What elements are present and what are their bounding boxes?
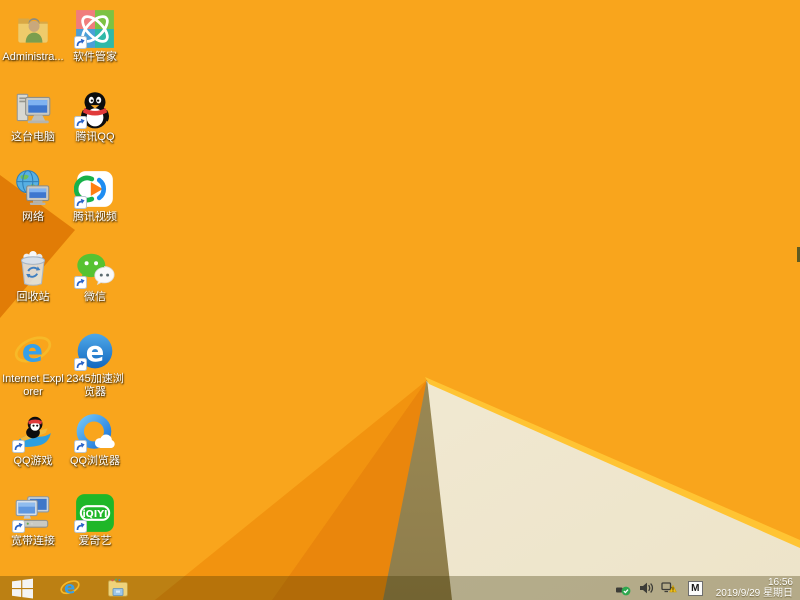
network-globe-icon	[12, 168, 54, 210]
shortcut-arrow-badge	[12, 440, 25, 453]
administrator-folder-icon	[12, 8, 54, 50]
svg-text:e: e	[86, 337, 105, 368]
shortcut-arrow-badge	[74, 196, 87, 209]
desktop-icon-2345-browser[interactable]: e 2345加速浏览器	[64, 330, 126, 399]
icon-label: 网络	[22, 211, 44, 223]
taskbar-internet-explorer-button[interactable]: e	[58, 577, 82, 599]
system-tray: M 16:56 2019/9/29 星期日	[615, 577, 800, 599]
icon-label: 这台电脑	[11, 131, 55, 143]
desktop-icon-tencent-video[interactable]: 腾讯视频	[64, 168, 126, 224]
desktop-icon-wechat[interactable]: 微信	[64, 248, 126, 304]
desktop-icon-internet-explorer[interactable]: e Internet Explorer	[2, 330, 64, 399]
svg-text:e: e	[22, 334, 43, 370]
qq-penguin-icon	[74, 88, 116, 130]
shortcut-arrow-badge	[74, 116, 87, 129]
clock-time: 16:56	[767, 577, 793, 588]
desktop-icon-qq-browser[interactable]: QQ浏览器	[64, 412, 126, 468]
icon-label: QQ游戏	[13, 455, 53, 467]
desktop-icon-network[interactable]: 网络	[2, 168, 64, 224]
internet-explorer-icon: e	[59, 577, 81, 599]
shortcut-arrow-badge	[74, 276, 87, 289]
start-button[interactable]	[10, 577, 34, 599]
icon-label: 腾讯视频	[73, 211, 117, 223]
shortcut-arrow-badge	[74, 358, 87, 371]
icon-label: 2345加速浏览器	[66, 373, 124, 398]
shortcut-arrow-badge	[74, 440, 87, 453]
desktop-icon-tencent-qq[interactable]: 腾讯QQ	[64, 88, 126, 144]
icon-label: 腾讯QQ	[75, 131, 115, 143]
shortcut-arrow-badge	[12, 520, 25, 533]
wechat-icon	[74, 248, 116, 290]
icon-label: Internet Explorer	[2, 373, 64, 398]
taskbar: e M 16:56 2019/9/29 星期日	[0, 576, 800, 600]
volume-icon[interactable]	[638, 580, 654, 596]
icon-label: 软件管家	[73, 51, 117, 63]
icon-label: 爱奇艺	[78, 535, 112, 547]
qq-games-icon	[12, 412, 54, 454]
shortcut-arrow-badge	[74, 520, 87, 533]
svg-text:e: e	[64, 579, 75, 598]
this-pc-icon	[12, 88, 54, 130]
taskbar-file-explorer-button[interactable]	[106, 577, 130, 599]
desktop-icon-recycle-bin[interactable]: 回收站	[2, 248, 64, 304]
input-method-indicator[interactable]: M	[687, 580, 703, 596]
windows-logo-icon	[11, 578, 33, 599]
2345-browser-icon: e	[74, 330, 116, 372]
iqiyi-logo-text: iQIYI	[82, 509, 107, 520]
icon-label: 宽带连接	[11, 535, 55, 547]
desktop-icon-qq-games[interactable]: QQ游戏	[2, 412, 64, 468]
desktop-icon-software-manager[interactable]: 软件管家	[64, 8, 126, 64]
desktop-icon-iqiyi[interactable]: iQIYI 爱奇艺	[64, 492, 126, 548]
icon-label: QQ浏览器	[69, 455, 121, 467]
icon-label: Administra...	[2, 51, 64, 63]
internet-explorer-icon: e	[12, 330, 54, 372]
qq-browser-icon	[74, 412, 116, 454]
shortcut-arrow-badge	[74, 36, 87, 49]
icon-label: 微信	[84, 291, 106, 303]
software-manager-icon	[74, 8, 116, 50]
icon-label: 回收站	[16, 291, 50, 303]
broadband-connection-icon	[12, 492, 54, 534]
clock-date: 2019/9/29 星期日	[715, 588, 793, 599]
desktop-icon-broadband[interactable]: 宽带连接	[2, 492, 64, 548]
recycle-bin-icon	[12, 248, 54, 290]
iqiyi-icon: iQIYI	[74, 492, 116, 534]
desktop-icon-administrator[interactable]: Administra...	[2, 8, 64, 64]
file-explorer-folder-icon	[107, 577, 129, 599]
desktop: Administra... 软件管家 这台电脑 腾讯QQ 网络 腾讯视频 回收站…	[0, 0, 800, 600]
taskbar-clock[interactable]: 16:56 2019/9/29 星期日	[716, 577, 793, 599]
desktop-icon-this-pc[interactable]: 这台电脑	[2, 88, 64, 144]
network-warning-icon[interactable]	[661, 580, 677, 596]
usb-safely-remove-icon[interactable]	[615, 580, 631, 596]
tencent-video-icon	[74, 168, 116, 210]
